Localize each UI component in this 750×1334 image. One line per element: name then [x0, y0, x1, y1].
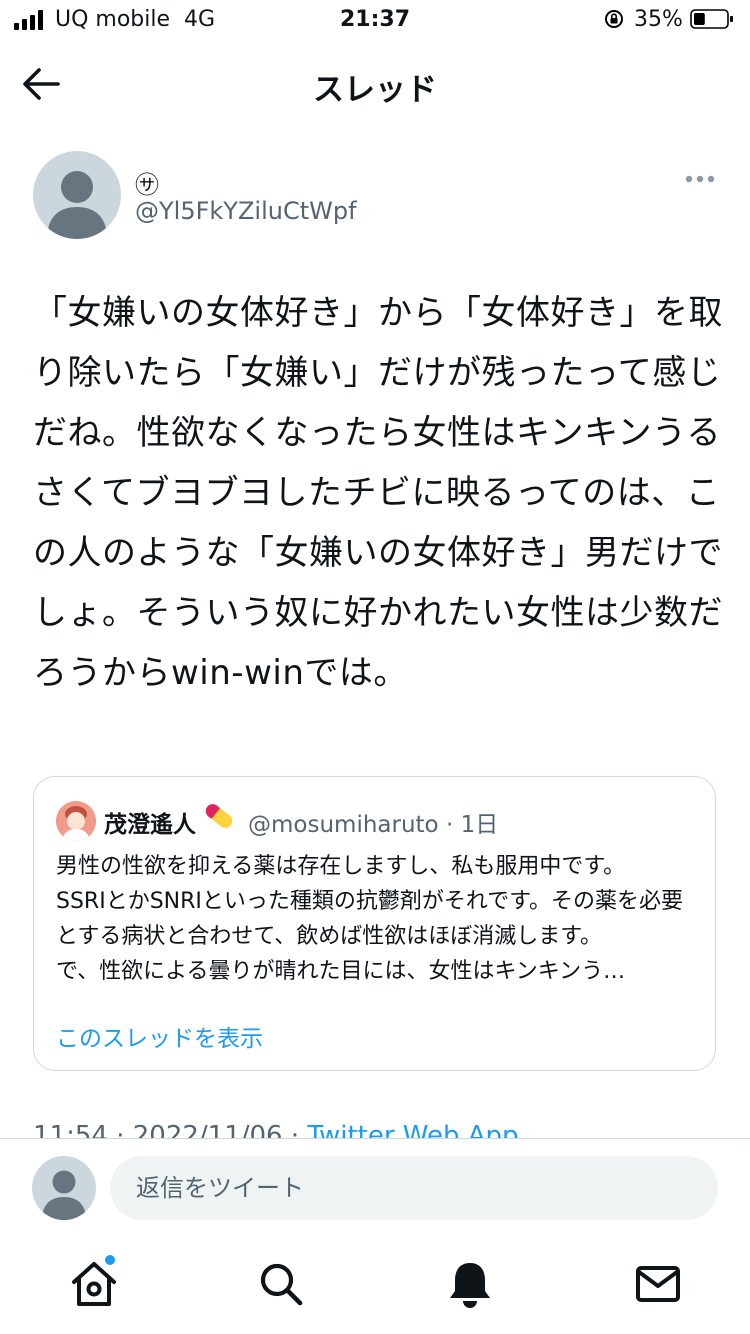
- more-horizontal-icon[interactable]: [684, 174, 716, 184]
- tweet-meta: 11:54 · 2022/11/06 · Twitter Web App: [33, 1118, 733, 1138]
- orientation-lock-icon: [605, 10, 623, 28]
- default-avatar-icon: [47, 171, 107, 239]
- default-avatar-icon: [42, 1170, 86, 1220]
- quote-author-handle: @mosumiharuto: [248, 812, 439, 838]
- divider: [0, 1138, 750, 1139]
- author-display-name[interactable]: ㋚: [135, 165, 159, 200]
- header: スレッド: [0, 42, 750, 124]
- notification-dot: [105, 1255, 115, 1265]
- reply-input[interactable]: [110, 1156, 718, 1220]
- search-icon[interactable]: [253, 1256, 309, 1312]
- battery-icon: [690, 9, 733, 29]
- messages-icon[interactable]: [630, 1256, 686, 1312]
- person-avatar-icon: [56, 801, 96, 841]
- quote-age: 1日: [460, 812, 499, 838]
- status-bar: UQ mobile 4G 21:37 35%: [0, 0, 750, 42]
- battery-percent: 35%: [634, 7, 683, 32]
- author-handle[interactable]: @Yl5FkYZiluCtWpf: [135, 197, 357, 225]
- home-icon[interactable]: [66, 1256, 122, 1312]
- quoted-tweet-card[interactable]: 茂澄遙人 @mosumiharuto · 1日 男性の性欲を抑える薬は存在します…: [33, 776, 716, 1071]
- author-avatar[interactable]: [33, 151, 121, 239]
- quote-author-avatar: [56, 801, 96, 841]
- page-title: スレッド: [313, 72, 437, 108]
- pill-icon: [205, 804, 233, 828]
- tweet-source-app[interactable]: Twitter Web App: [307, 1121, 518, 1138]
- quote-text: 男性の性欲を抑える薬は存在しますし、私も服用中です。 SSRIとかSNRIといっ…: [56, 854, 684, 984]
- quote-author-name: 茂澄遙人: [104, 812, 196, 838]
- show-thread-link[interactable]: このスレッドを表示: [56, 1019, 263, 1053]
- notifications-icon[interactable]: [442, 1256, 498, 1312]
- tweet-time: 11:54: [33, 1121, 108, 1138]
- quote-handle-line: @mosumiharuto · 1日: [248, 812, 499, 838]
- my-avatar: [32, 1156, 96, 1220]
- tweet-date: 2022/11/06: [132, 1121, 283, 1138]
- tweet-text: 「女嫌いの女体好き」から「女体好き」を取り除いたら「女嫌い」だけが残ったって感じ…: [33, 293, 723, 693]
